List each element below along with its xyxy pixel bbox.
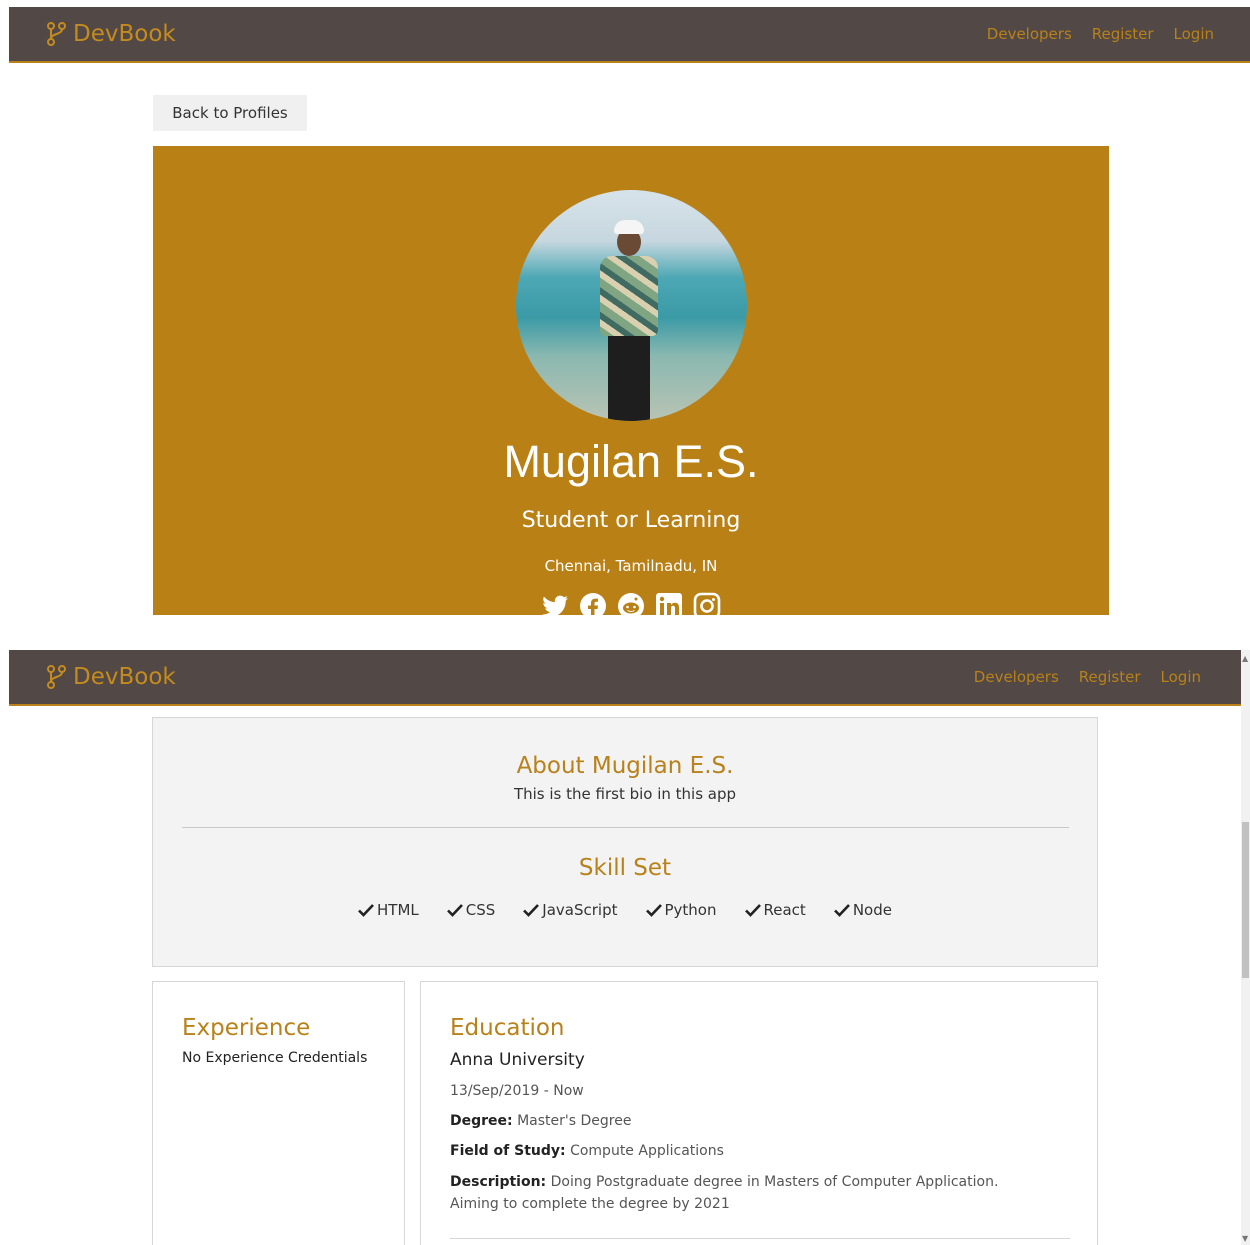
check-icon <box>744 904 761 917</box>
avatar-figure-shirt <box>600 256 658 336</box>
education-degree: Degree: Master's Degree <box>450 1113 632 1129</box>
brand-logo[interactable]: DevBook <box>47 664 176 690</box>
code-branch-icon <box>47 22 66 46</box>
navbar-scrolled: DevBook Developers Register Login <box>9 650 1241 706</box>
skills-title: Skill Set <box>578 855 672 881</box>
skill-item: Node <box>833 901 892 919</box>
profile-name: Mugilan E.S. <box>503 436 759 487</box>
check-icon <box>645 904 662 917</box>
nav-login[interactable]: Login <box>1161 668 1201 686</box>
nav-developers[interactable]: Developers <box>987 25 1072 43</box>
profile-header: Mugilan E.S. Student or Learning Chennai… <box>153 146 1109 615</box>
about-title: About Mugilan E.S. <box>516 753 734 779</box>
divider <box>450 1238 1070 1239</box>
linkedin-icon[interactable] <box>654 592 684 615</box>
nav-register[interactable]: Register <box>1079 668 1141 686</box>
profile-status: Student or Learning <box>521 508 741 533</box>
divider <box>182 827 1069 828</box>
avatar-figure-legs <box>608 332 650 421</box>
check-icon <box>446 904 463 917</box>
experience-empty: No Experience Credentials <box>182 1050 368 1066</box>
nav-developers[interactable]: Developers <box>974 668 1059 686</box>
education-section: Education Anna University 13/Sep/2019 - … <box>420 981 1098 1245</box>
back-to-profiles-button[interactable]: Back to Profiles <box>153 95 307 131</box>
experience-section: Experience No Experience Credentials <box>152 981 405 1245</box>
brand-name: DevBook <box>73 21 176 47</box>
twitter-icon[interactable] <box>540 592 570 615</box>
nav-links: Developers Register Login <box>987 25 1214 43</box>
check-icon <box>833 904 850 917</box>
skill-item: CSS <box>446 901 495 919</box>
nav-register[interactable]: Register <box>1092 25 1154 43</box>
avatar <box>516 190 747 421</box>
skill-item: HTML <box>358 901 419 919</box>
brand-logo[interactable]: DevBook <box>47 21 176 47</box>
facebook-icon[interactable] <box>578 592 608 615</box>
navbar: DevBook Developers Register Login <box>9 7 1250 63</box>
nav-links: Developers Register Login <box>974 668 1201 686</box>
reddit-icon[interactable] <box>616 592 646 615</box>
brand-name: DevBook <box>73 664 176 690</box>
scroll-up-arrow-icon[interactable]: ▲ <box>1242 654 1248 663</box>
profile-location: Chennai, Tamilnadu, IN <box>544 557 718 575</box>
skill-item: React <box>744 901 806 919</box>
social-links <box>153 592 1109 615</box>
avatar-figure-cap <box>614 220 644 234</box>
skill-item: JavaScript <box>523 901 618 919</box>
school-name: Anna University <box>450 1050 585 1070</box>
scrollbar[interactable]: ▲ ▼ <box>1241 650 1250 1245</box>
instagram-icon[interactable] <box>692 592 722 615</box>
nav-login[interactable]: Login <box>1174 25 1214 43</box>
about-section: About Mugilan E.S. This is the first bio… <box>152 717 1098 967</box>
education-title: Education <box>450 1015 565 1041</box>
scroll-down-arrow-icon[interactable]: ▼ <box>1242 1234 1248 1243</box>
education-description: Description: Doing Postgraduate degree i… <box>450 1174 999 1212</box>
about-bio: This is the first bio in this app <box>513 785 737 803</box>
skills-list: HTML CSS JavaScript Python React Node <box>153 901 1097 919</box>
check-icon <box>523 904 540 917</box>
experience-title: Experience <box>182 1015 311 1041</box>
code-branch-icon <box>47 665 66 689</box>
education-field: Field of Study: Compute Applications <box>450 1143 724 1159</box>
check-icon <box>358 904 374 917</box>
education-dates: 13/Sep/2019 - Now <box>450 1083 584 1099</box>
skill-item: Python <box>645 901 717 919</box>
scroll-thumb[interactable] <box>1242 822 1249 978</box>
